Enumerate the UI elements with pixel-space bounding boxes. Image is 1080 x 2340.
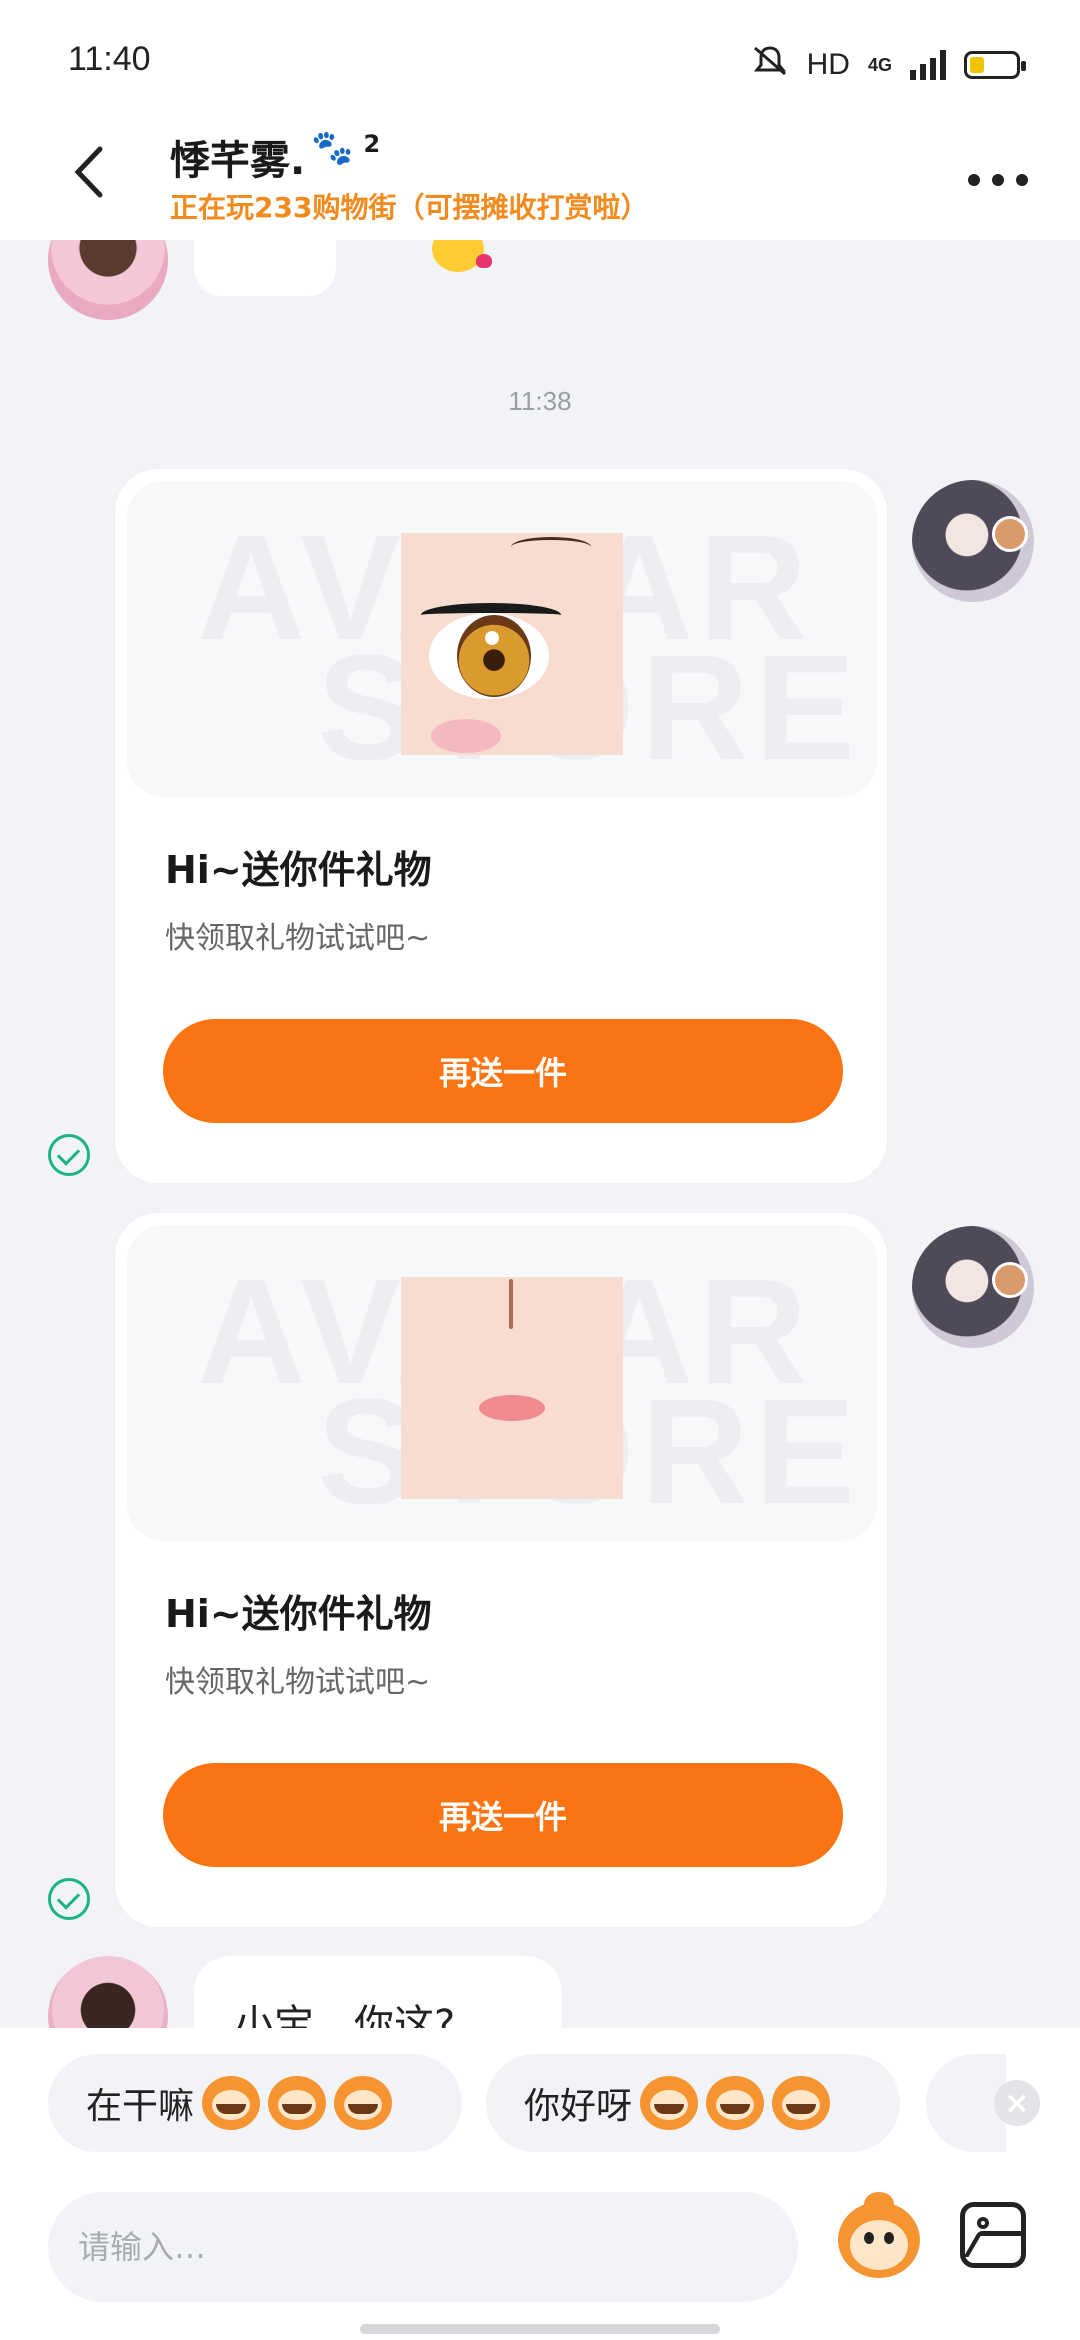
emoji-monkey-icon[interactable] bbox=[834, 2192, 924, 2288]
quick-reply-chip[interactable]: 你好呀 bbox=[486, 2054, 900, 2152]
monkey-grin-icon bbox=[334, 2076, 393, 2130]
status-icons: HD 4G bbox=[751, 44, 1026, 86]
monkey-grin-icon bbox=[268, 2076, 327, 2130]
composer-area: 在干嘛 你好呀 × bbox=[0, 2028, 1080, 2340]
gift-card[interactable]: AVATAR STORE Hi~送你件礼物 快领取礼物试试吧~ 再送一件 bbox=[114, 1212, 888, 1928]
quick-reply-chip[interactable]: 在干嘛 bbox=[48, 2054, 462, 2152]
check-circle-icon bbox=[48, 1878, 90, 1920]
monkey-grin-icon bbox=[202, 2076, 261, 2130]
contact-name: 悸芊雾. bbox=[170, 138, 306, 184]
monkey-wow-icon bbox=[772, 2076, 831, 2130]
name-badge: 2 bbox=[363, 130, 381, 158]
status-time: 11:40 bbox=[68, 40, 151, 78]
signal-icon bbox=[910, 50, 946, 80]
message-input[interactable] bbox=[48, 2192, 798, 2302]
quick-reply-label: 你好呀 bbox=[524, 2086, 633, 2127]
contact-avatar[interactable] bbox=[48, 240, 168, 320]
contact-status: 正在玩233购物街（可摆摊收打赏啦） bbox=[170, 191, 649, 224]
gift-image: AVATAR STORE bbox=[127, 481, 877, 797]
gift-subtitle: 快领取礼物试试吧~ bbox=[165, 1665, 431, 1700]
quick-reply-label: 在干嘛 bbox=[86, 2086, 195, 2127]
gift-title: Hi~送你件礼物 bbox=[165, 848, 432, 892]
emoji-message-bubble[interactable] bbox=[194, 240, 492, 296]
monkey-wow-icon bbox=[640, 2076, 699, 2130]
gift-subtitle: 快领取礼物试试吧~ bbox=[165, 921, 431, 956]
status-bar: 11:40 HD 4G bbox=[0, 0, 1080, 120]
chat-area[interactable]: 11:38 AVATAR STORE Hi~送你件礼物 快领取礼物试试吧~ 再送… bbox=[0, 240, 1080, 2028]
chat-header: 悸芊雾. 🐾 2 正在玩233购物街（可摆摊收打赏啦） bbox=[0, 120, 1080, 240]
close-icon[interactable]: × bbox=[994, 2080, 1040, 2126]
gift-card[interactable]: AVATAR STORE Hi~送你件礼物 快领取礼物试试吧~ 再送一件 bbox=[114, 468, 888, 1184]
quick-reply-row: 在干嘛 你好呀 bbox=[0, 2054, 1080, 2154]
text-message-bubble[interactable]: 小宝，你这? bbox=[194, 1956, 562, 2028]
back-icon[interactable] bbox=[60, 142, 120, 202]
kiss-emoji-icon bbox=[432, 240, 492, 272]
check-circle-icon bbox=[48, 1134, 90, 1176]
anime-lips-thumbnail bbox=[401, 1277, 623, 1499]
monkey-wow-icon bbox=[706, 2076, 765, 2130]
mute-bell-icon bbox=[751, 44, 789, 86]
message-timestamp: 11:38 bbox=[508, 386, 572, 416]
anime-eye-thumbnail bbox=[401, 533, 623, 755]
paw-icon: 🐾 bbox=[311, 128, 354, 168]
send-another-gift-button[interactable]: 再送一件 bbox=[163, 1019, 843, 1123]
gift-image: AVATAR STORE bbox=[127, 1225, 877, 1541]
my-avatar[interactable] bbox=[912, 480, 1034, 602]
image-picker-icon[interactable] bbox=[960, 2202, 1026, 2268]
hd-label: HD bbox=[806, 48, 850, 81]
gift-title: Hi~送你件礼物 bbox=[165, 1592, 432, 1636]
my-avatar[interactable] bbox=[912, 1226, 1034, 1348]
send-another-gift-button[interactable]: 再送一件 bbox=[163, 1763, 843, 1867]
network-label: 4G bbox=[867, 54, 892, 75]
contact-name-row[interactable]: 悸芊雾. 🐾 2 bbox=[170, 128, 380, 186]
more-dots-icon[interactable] bbox=[968, 160, 1028, 200]
home-indicator[interactable] bbox=[360, 2324, 720, 2334]
battery-icon bbox=[964, 51, 1026, 79]
contact-avatar[interactable] bbox=[48, 1956, 168, 2028]
